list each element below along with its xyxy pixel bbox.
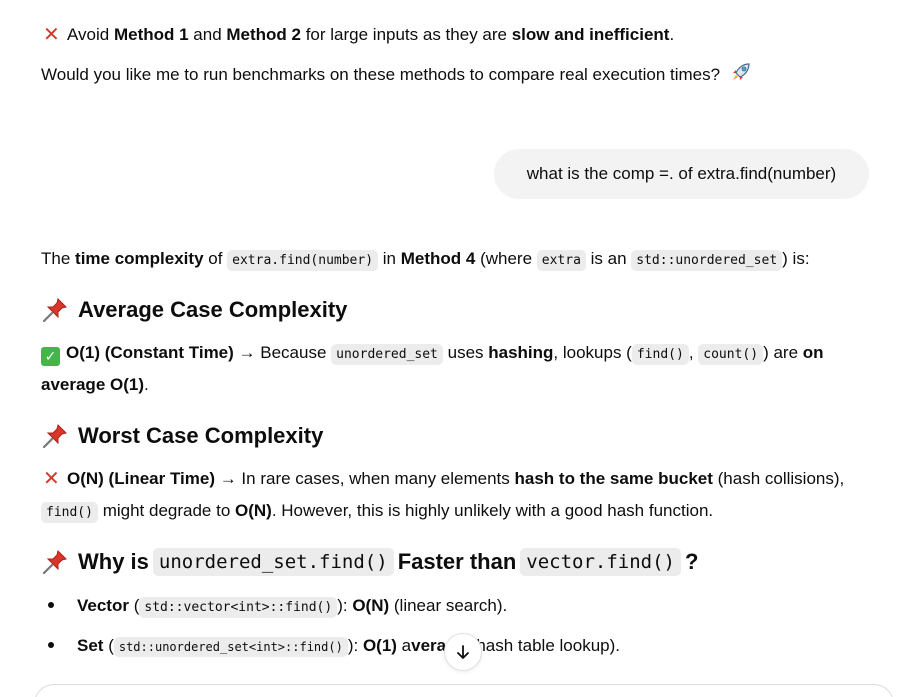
bullet-bold: O(1) — [362, 636, 397, 655]
inline-code: std::unordered_set — [631, 250, 783, 271]
avg-bold: average O(1) — [41, 375, 144, 394]
heading-text: Average Case Complexity — [78, 297, 348, 322]
intro-text: . — [669, 25, 675, 44]
worst-bold: hash to the same bucket — [514, 469, 713, 488]
bullet-text: a — [396, 636, 412, 655]
worst-text: (hash collisions), — [712, 469, 845, 488]
intro-bold: Method 2 — [226, 25, 301, 44]
bullet-text: ( — [128, 596, 140, 615]
answer-intro: The time complexity of extra.find(number… — [41, 243, 810, 277]
intro-text: for large inputs as they are — [300, 25, 512, 44]
avg-text: → Because — [233, 343, 332, 362]
intro-text: Avoid — [67, 25, 114, 44]
pushpin-icon — [42, 298, 67, 323]
worst-case-body-line1: ✕ O(N) (Linear Time) → In rare cases, whe… — [41, 463, 844, 495]
list-item: Set (std::unordered_set<int>::find()): O… — [48, 632, 620, 661]
inline-code: count() — [698, 344, 764, 365]
bullet-bold: Vector — [77, 596, 129, 615]
bullet-text: (linear search). — [389, 596, 508, 615]
answer-text: (where — [475, 249, 537, 268]
worst-text: . However, this is highly unlikely with … — [271, 501, 714, 520]
rocket-icon — [732, 63, 750, 80]
avg-bold: on — [802, 343, 824, 362]
average-case-body-line1: ✓ O(1) (Constant Time) → Because unordere… — [41, 337, 824, 371]
avg-text: . — [144, 375, 149, 394]
answer-text: of — [203, 249, 228, 268]
intro-bold: Method 1 — [113, 25, 189, 44]
answer-text: is an — [585, 249, 632, 268]
why-faster-heading: Why is unordered_set.find() Faster than … — [41, 548, 698, 576]
bullet-text: ): — [337, 596, 353, 615]
worst-case-body-line2: find() might degrade to O(N). However, t… — [41, 495, 713, 529]
inline-code: vector.find() — [520, 548, 681, 576]
avg-text: , — [688, 343, 699, 362]
inline-code: find() — [631, 344, 689, 365]
offer-text: Would you like me to run benchmarks on t… — [41, 65, 721, 84]
answer-text: ) is: — [782, 249, 810, 268]
inline-code: extra.find(number) — [227, 250, 379, 271]
intro-bold: slow and inefficient — [511, 25, 670, 44]
answer-text: The — [41, 249, 76, 268]
cross-mark-icon: ✕ — [43, 24, 60, 46]
pushpin-icon — [42, 550, 67, 575]
bullet-bold: Set — [77, 636, 104, 655]
avg-text: ) are — [763, 343, 803, 362]
worst-text: → In rare cases, when many elements — [214, 469, 515, 488]
pushpin-icon — [42, 424, 67, 449]
cross-mark-icon: ✕ — [43, 468, 60, 490]
list-item: Vector (std::vector<int>::find()): O(N) … — [48, 592, 507, 622]
avg-bold: hashing — [488, 343, 554, 362]
message-composer[interactable] — [34, 684, 894, 697]
answer-bold: Method 4 — [400, 249, 476, 268]
worst-bold: O(N) — [235, 501, 272, 520]
intro-text: and — [188, 25, 227, 44]
bullet-text: ( — [103, 636, 114, 655]
average-case-heading: Average Case Complexity — [41, 296, 347, 324]
avg-text: , lookups ( — [553, 343, 632, 362]
arrow-down-icon — [457, 645, 469, 659]
inline-code: extra — [536, 250, 586, 271]
answer-bold: time complexity — [75, 249, 204, 268]
avg-text: uses — [442, 343, 489, 362]
intro-line: ✕ Avoid Method 1 and Method 2 for large i… — [41, 19, 674, 51]
heading-text: Why is — [78, 549, 149, 574]
heading-text: Faster than — [397, 549, 517, 574]
avg-bold: O(1) (Constant Time) — [66, 343, 234, 362]
inline-code: find() — [41, 502, 98, 523]
inline-code: std::vector<int>::find() — [139, 597, 338, 618]
bullet-dot — [48, 602, 54, 608]
average-case-body-line2: average O(1). — [41, 369, 149, 401]
worst-bold: O(N) (Linear Time) — [67, 469, 215, 488]
bullet-text: ): — [347, 636, 363, 655]
bullet-dot — [48, 642, 54, 648]
inline-code: std::unordered_set<int>::find() — [113, 637, 348, 657]
user-message-text: what is the comp =. of extra.find(number… — [526, 164, 837, 183]
heading-text: Worst Case Complexity — [78, 423, 324, 448]
scroll-to-bottom-button[interactable] — [444, 633, 482, 671]
worst-case-heading: Worst Case Complexity — [41, 422, 323, 450]
check-mark-icon: ✓ — [41, 347, 60, 366]
worst-text: might degrade to — [97, 501, 235, 520]
bullet-text: (hash table lookup). — [465, 636, 620, 655]
answer-text: in — [378, 249, 401, 268]
inline-code: unordered_set.find() — [152, 548, 394, 576]
inline-code: unordered_set — [331, 344, 443, 365]
user-message-bubble: what is the comp =. of extra.find(number… — [494, 149, 869, 199]
bullet-bold: O(N) — [352, 596, 390, 615]
offer-line: Would you like me to run benchmarks on t… — [41, 59, 753, 91]
heading-text: ? — [685, 549, 699, 574]
